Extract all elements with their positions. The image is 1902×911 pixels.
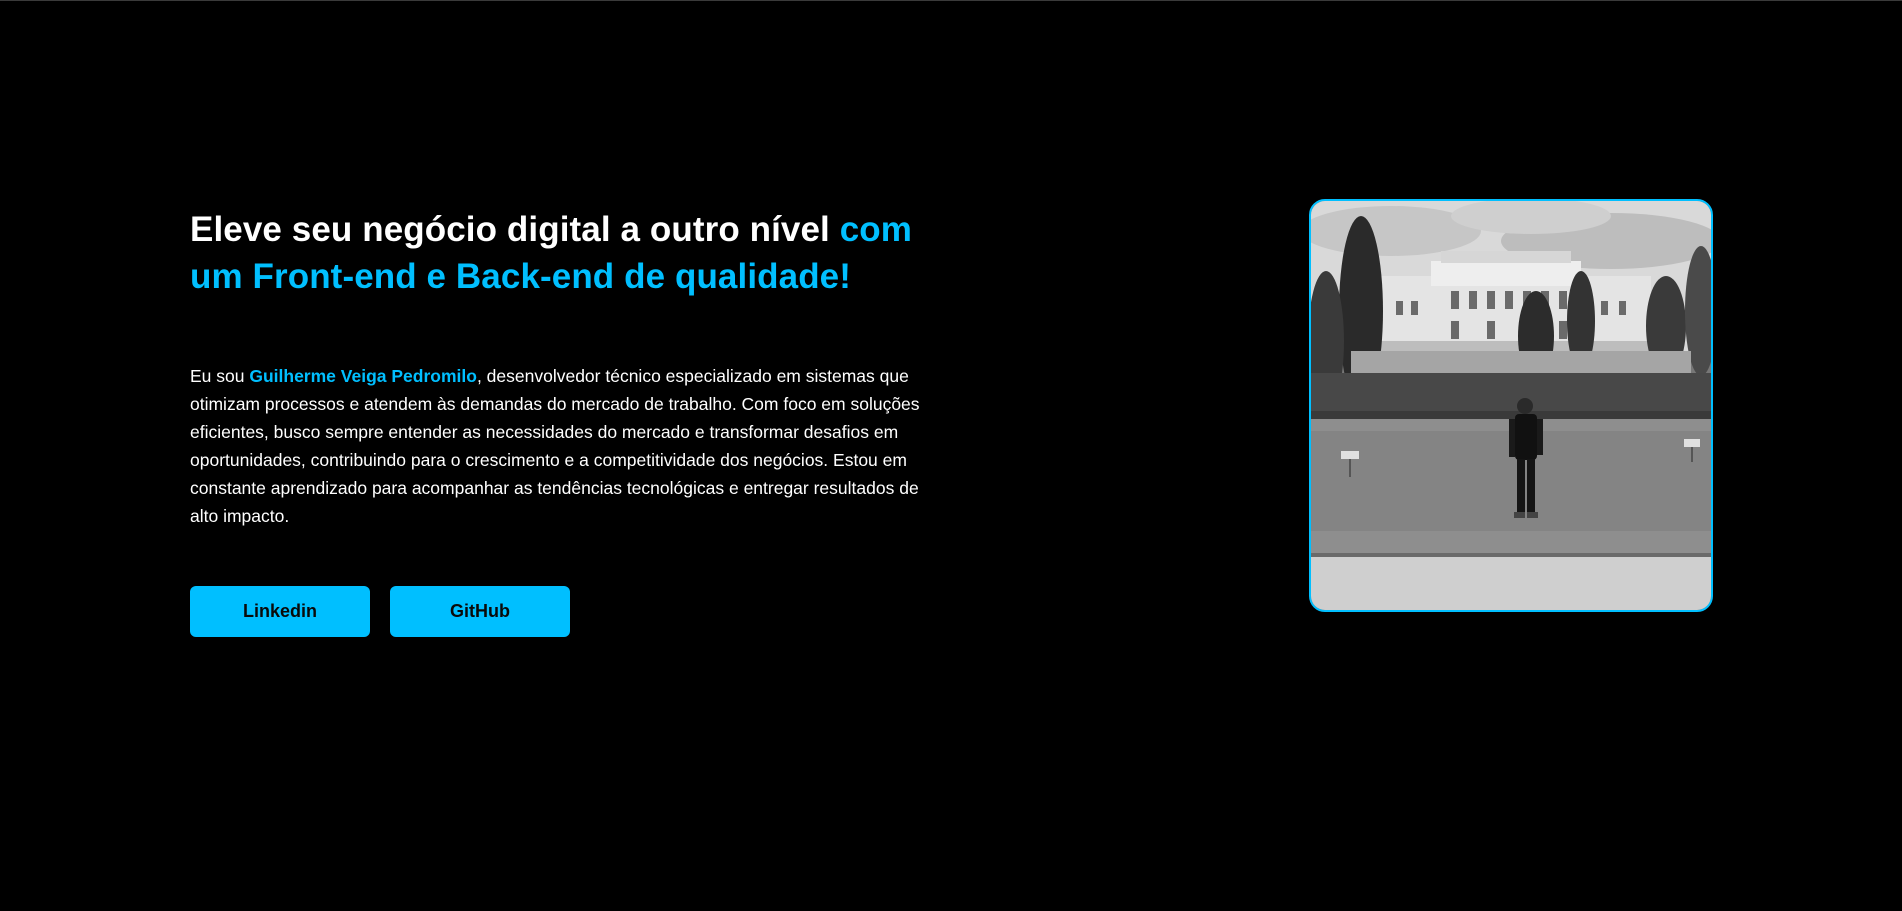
hero-headline: Eleve seu negócio digital a outro nível …: [190, 206, 935, 300]
top-border-line: [0, 0, 1902, 1]
profile-photo: [1309, 199, 1713, 612]
profile-photo-image: [1311, 201, 1711, 610]
author-name: Guilherme Veiga Pedromilo: [249, 366, 477, 386]
social-buttons: Linkedin GitHub: [190, 586, 570, 637]
bio-text: , desenvolvedor técnico especializado em…: [190, 366, 920, 526]
bio-prefix: Eu sou: [190, 366, 250, 386]
bio-paragraph: Eu sou Guilherme Veiga Pedromilo, desenv…: [190, 362, 930, 530]
github-button[interactable]: GitHub: [390, 586, 570, 637]
headline-white-text: Eleve seu negócio digital a outro nível: [190, 210, 840, 249]
hero-section: Eleve seu negócio digital a outro nível …: [190, 206, 935, 530]
linkedin-button[interactable]: Linkedin: [190, 586, 370, 637]
